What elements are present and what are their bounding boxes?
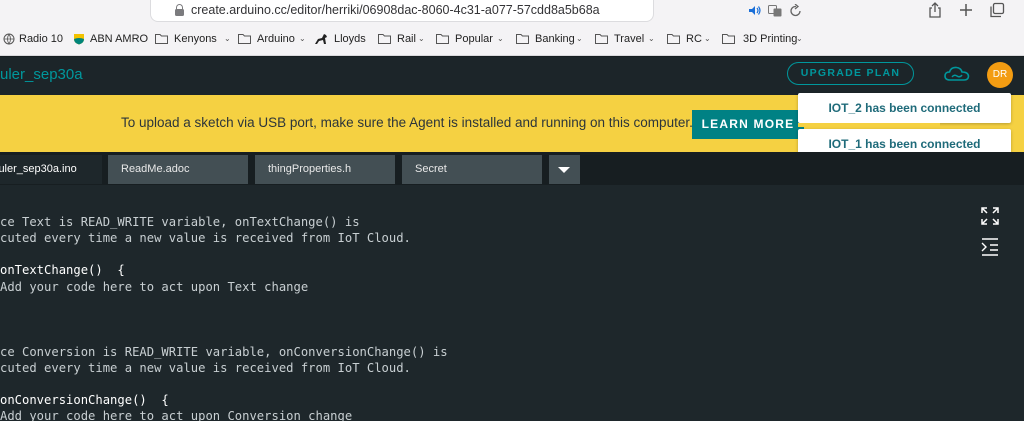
toast-notification[interactable]: IOT_2 has been connected [798,93,1011,127]
tab-label: ReadMe.adoc [121,163,190,175]
chevron-down-icon: ⌄ [497,34,504,43]
code-line: onTextChange() { [0,263,125,277]
browser-toolbar: create.arduino.cc/editor/herriki/06908da… [0,0,1024,56]
folder-icon [516,34,529,44]
globe-icon [3,33,15,45]
tab-main-ino[interactable]: luler_sep30a.ino [0,155,102,184]
folder-icon [722,34,735,44]
address-bar[interactable]: create.arduino.cc/editor/herriki/06908da… [150,0,801,22]
chevron-down-icon: ⌄ [418,34,425,43]
sketch-title[interactable]: uler_sep30a [0,66,83,83]
lock-icon [175,4,184,17]
url-text: create.arduino.cc/editor/herriki/06908da… [191,3,600,17]
code-line: onConversionChange() { [0,393,169,407]
tab-label: thingProperties.h [268,163,352,175]
reload-icon[interactable] [790,4,802,17]
code-line: Add your code here to act upon Conversio… [0,409,353,421]
code-line: ce Conversion is READ_WRITE variable, on… [0,345,448,359]
horse-icon [315,34,327,44]
code-editor[interactable]: ce Text is READ_WRITE variable, onTextCh… [0,185,1024,421]
folder-icon [667,34,680,44]
code-line: cuted every time a new value is received… [0,361,411,375]
serial-monitor-icon[interactable] [981,238,999,256]
code-line: ce Text is READ_WRITE variable, onTextCh… [0,215,360,229]
speaker-icon[interactable] [749,5,761,16]
chevron-down-icon: ⌄ [704,34,711,43]
tabs-dropdown-button[interactable] [549,155,580,184]
share-icon[interactable] [927,2,943,18]
tab-thing-properties[interactable]: thingProperties.h [255,155,395,184]
tab-overview-icon[interactable] [989,2,1005,18]
folder-icon [155,34,168,44]
tab-label: luler_sep30a.ino [0,163,77,175]
app-header: uler_sep30a UPGRADE PLAN DR [0,57,1024,95]
toast-message: IOT_1 has been connected [828,137,981,151]
chevron-down-icon: ⌄ [299,34,306,43]
tab-label: Secret [415,163,447,175]
tab-secret[interactable]: Secret [402,155,542,184]
folder-icon [595,34,608,44]
folder-icon [378,34,391,44]
chevron-down-icon: ⌄ [648,34,655,43]
tab-readme[interactable]: ReadMe.adoc [108,155,248,184]
chevron-down-icon: ⌄ [796,34,803,43]
chevron-down-icon: ⌄ [576,34,583,43]
cloud-icon[interactable] [944,65,970,83]
toast-message: IOT_2 has been connected [828,101,981,115]
toast-progress [798,123,940,127]
chevron-down-icon: ⌄ [224,34,231,43]
upgrade-plan-button[interactable]: UPGRADE PLAN [787,62,914,85]
new-tab-icon[interactable] [958,2,974,18]
code-line: Add your code here to act upon Text chan… [0,280,309,294]
translate-icon[interactable] [768,5,782,17]
banner-message: To upload a sketch via USB port, make su… [121,115,693,130]
code-line: cuted every time a new value is received… [0,231,411,245]
learn-more-button[interactable]: LEARN MORE [692,110,804,139]
file-tabs: luler_sep30a.ino ReadMe.adoc thingProper… [0,152,1024,185]
triangle-down-icon [558,167,570,173]
fullscreen-icon[interactable] [981,207,999,225]
shield-logo-icon [74,34,84,45]
folder-icon [238,34,251,44]
folder-icon [436,34,449,44]
avatar[interactable]: DR [987,62,1013,88]
